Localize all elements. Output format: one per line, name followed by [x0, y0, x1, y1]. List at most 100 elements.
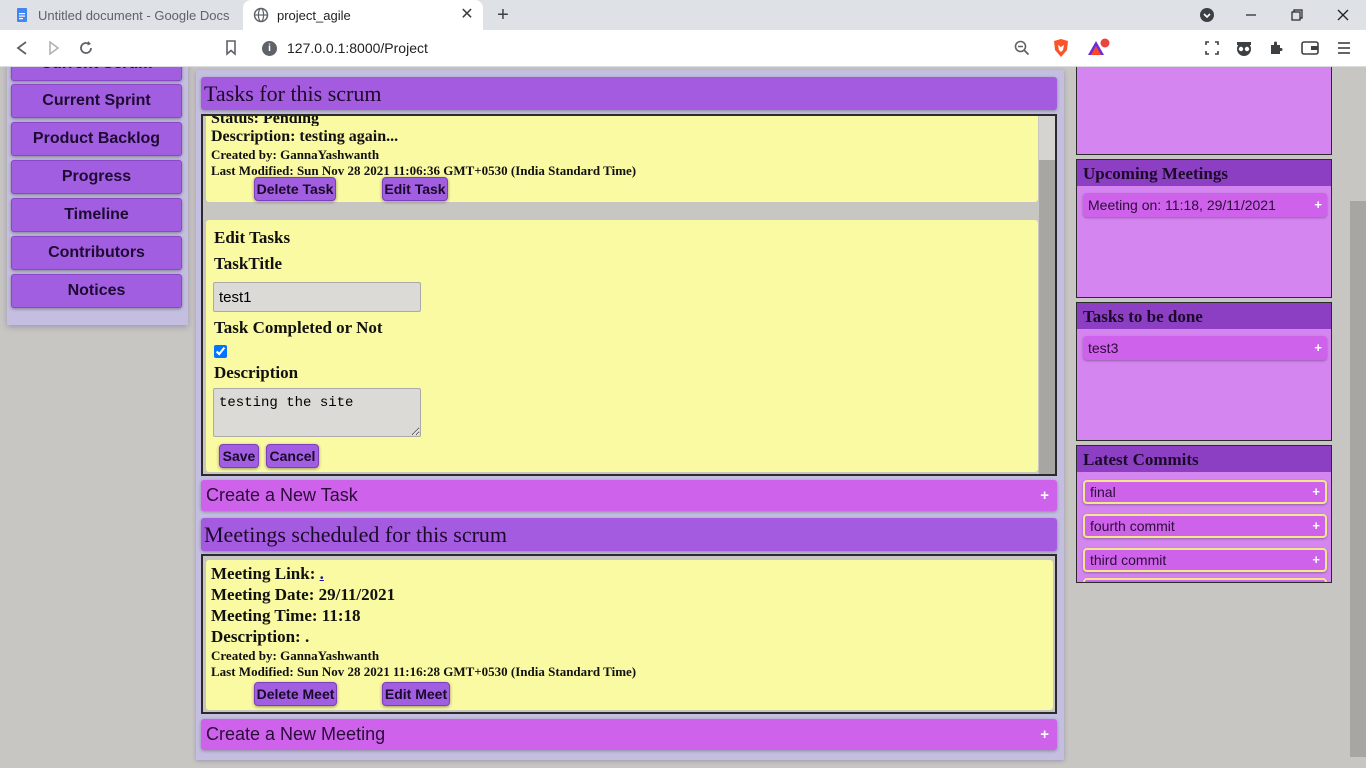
cancel-button[interactable]: Cancel — [266, 444, 319, 468]
task-status: Status: Pending — [211, 114, 320, 126]
upcoming-meetings-title: Upcoming Meetings — [1077, 160, 1331, 186]
google-docs-icon — [17, 8, 27, 22]
meeting-card: Meeting Link: . Meeting Date: 29/11/2021… — [206, 560, 1053, 710]
delete-meet-button[interactable]: Delete Meet — [254, 682, 337, 706]
browser-tab-strip: Untitled document - Google Docs project_… — [0, 0, 1366, 30]
tasks-section-title: Tasks for this scrum — [201, 77, 1057, 110]
meeting-time: Meeting Time: 11:18 — [211, 606, 361, 625]
sidebar-item-product-backlog[interactable]: Product Backlog — [11, 122, 182, 156]
edit-meet-button[interactable]: Edit Meet — [382, 682, 450, 706]
commit-label: third commit — [1090, 552, 1167, 568]
plus-icon: + — [1040, 726, 1049, 743]
completed-label: Task Completed or Not — [214, 318, 383, 337]
save-button[interactable]: Save — [219, 444, 259, 468]
reload-icon[interactable] — [72, 35, 100, 61]
new-tab-button[interactable]: + — [491, 3, 515, 27]
tab-title: project_agile — [277, 7, 351, 23]
zoom-icon[interactable] — [1008, 35, 1036, 61]
delete-task-button[interactable]: Delete Task — [254, 177, 336, 201]
commit-item-partial[interactable] — [1083, 578, 1327, 582]
forward-icon[interactable] — [40, 35, 68, 61]
task-created-by: Created by: GannaYashwanth — [211, 147, 380, 162]
wallet-icon[interactable] — [1296, 35, 1324, 61]
task-title-label: TaskTitle — [214, 254, 283, 273]
tasks-panel[interactable]: Status: Pending Description: testing aga… — [201, 114, 1057, 476]
plus-icon: + — [1312, 552, 1320, 567]
right-top-box — [1076, 67, 1332, 155]
commit-item[interactable]: final + — [1083, 480, 1327, 504]
sidebar-item-timeline[interactable]: Timeline — [11, 198, 182, 232]
brave-shield-icon[interactable] — [1047, 35, 1075, 61]
task-card: Status: Pending Description: testing aga… — [206, 114, 1038, 202]
tasks-todo-box: Tasks to be done test3 + — [1076, 302, 1332, 441]
site-info-icon[interactable]: i — [262, 41, 277, 56]
sidebar-item-progress[interactable]: Progress — [11, 160, 182, 194]
plus-icon: + — [1314, 340, 1322, 355]
extensions-puzzle-icon[interactable] — [1262, 35, 1290, 61]
screenshot-icon[interactable] — [1198, 35, 1226, 61]
create-task-label: Create a New Task — [206, 485, 358, 505]
tab-title: Untitled document - Google Docs — [38, 7, 230, 23]
sidebar: Current Scrum Current Sprint Product Bac… — [7, 67, 188, 325]
meeting-date: Meeting Date: 29/11/2021 — [211, 585, 396, 604]
plus-icon: + — [1040, 487, 1049, 504]
tab-project-agile[interactable]: project_agile ✕ — [243, 0, 483, 30]
tasks-scrollbar-thumb[interactable] — [1039, 160, 1055, 474]
create-meeting-label: Create a New Meeting — [206, 724, 386, 744]
bookmark-icon[interactable] — [217, 35, 245, 61]
browser-toolbar: i 127.0.0.1:8000/Project — [0, 30, 1366, 67]
completed-checkbox[interactable] — [214, 345, 227, 358]
todo-item[interactable]: test3 + — [1083, 336, 1327, 360]
meeting-link-label: Meeting Link: — [211, 564, 316, 583]
sidebar-item-notices[interactable]: Notices — [11, 274, 182, 308]
main-column: Tasks for this scrum Status: Pending Des… — [196, 70, 1064, 760]
sidebar-item-current-scrum[interactable]: Current Scrum — [11, 67, 182, 81]
plus-icon: + — [1312, 484, 1320, 499]
page-scrollbar-thumb[interactable] — [1350, 201, 1366, 757]
close-tab-icon[interactable]: ✕ — [457, 5, 477, 25]
edit-form-heading: Edit Tasks — [214, 228, 291, 247]
upcoming-meetings-box: Upcoming Meetings Meeting on: 11:18, 29/… — [1076, 159, 1332, 298]
latest-commits-title: Latest Commits — [1077, 446, 1331, 472]
commit-label: fourth commit — [1090, 518, 1175, 534]
upcoming-meeting-item[interactable]: Meeting on: 11:18, 29/11/2021 + — [1083, 193, 1327, 217]
tab-google-docs[interactable]: Untitled document - Google Docs — [0, 0, 243, 30]
extension-spy-icon[interactable] — [1230, 35, 1258, 61]
edit-task-button[interactable]: Edit Task — [382, 177, 448, 201]
plus-icon: + — [1312, 518, 1320, 533]
meeting-created-by: Created by: GannaYashwanth — [211, 648, 380, 663]
tab-search-icon[interactable] — [1184, 0, 1230, 30]
meeting-link[interactable]: . — [320, 564, 324, 583]
meeting-last-modified: Last Modified: Sun Nov 28 2021 11:16:28 … — [211, 664, 637, 679]
minimize-icon[interactable] — [1228, 0, 1274, 30]
meetings-panel: Meeting Link: . Meeting Date: 29/11/2021… — [201, 554, 1057, 714]
address-bar[interactable]: 127.0.0.1:8000/Project — [287, 40, 428, 56]
edit-task-form: Edit Tasks TaskTitle Task Completed or N… — [206, 220, 1038, 472]
task-title-input[interactable] — [213, 282, 421, 312]
meetings-section-title: Meetings scheduled for this scrum — [201, 518, 1057, 551]
tasks-todo-title: Tasks to be done — [1077, 303, 1331, 329]
meeting-description: Description: . — [211, 627, 310, 646]
description-textarea[interactable]: testing the site — [213, 388, 421, 437]
close-window-icon[interactable] — [1320, 0, 1366, 30]
commit-item[interactable]: third commit + — [1083, 548, 1327, 572]
sidebar-item-current-sprint[interactable]: Current Sprint — [11, 84, 182, 118]
task-last-modified: Last Modified: Sun Nov 28 2021 11:06:36 … — [211, 163, 637, 178]
todo-item-label: test3 — [1088, 340, 1119, 356]
page-content: Current Scrum Current Sprint Product Bac… — [0, 67, 1366, 768]
sidebar-item-contributors[interactable]: Contributors — [11, 236, 182, 270]
upcoming-meeting-label: Meeting on: 11:18, 29/11/2021 — [1088, 197, 1276, 213]
back-icon[interactable] — [8, 35, 36, 61]
create-task-toggle[interactable]: Create a New Task + — [201, 480, 1057, 511]
globe-icon — [253, 7, 269, 23]
menu-icon[interactable] — [1330, 35, 1358, 61]
latest-commits-box[interactable]: Latest Commits final + fourth commit + t… — [1076, 445, 1332, 583]
commit-label: final — [1090, 484, 1116, 500]
restore-icon[interactable] — [1274, 0, 1320, 30]
description-label: Description — [214, 363, 299, 382]
commit-item[interactable]: fourth commit + — [1083, 514, 1327, 538]
create-meeting-toggle[interactable]: Create a New Meeting + — [201, 719, 1057, 750]
plus-icon: + — [1314, 197, 1322, 212]
brave-rewards-icon[interactable] — [1084, 35, 1112, 61]
meeting-link-row: Meeting Link: . — [211, 564, 1048, 584]
